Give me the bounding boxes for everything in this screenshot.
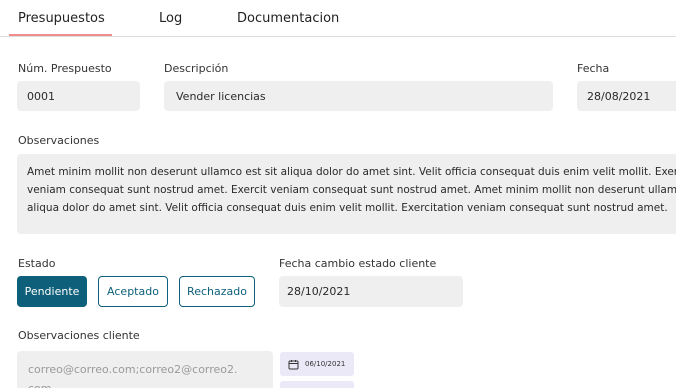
observaciones-cliente-label: Observaciones cliente: [18, 329, 140, 342]
tab-presupuestos[interactable]: Presupuestos: [18, 11, 105, 26]
tab-bar: Presupuestos Log Documentacion: [0, 0, 676, 37]
num-presupuesto-field[interactable]: 0001: [17, 81, 140, 111]
date-chip[interactable]: 06/10/2021: [280, 352, 354, 376]
fecha-label: Fecha: [577, 62, 610, 75]
observaciones-line: Amet minim mollit non deserunt ullamco e…: [27, 166, 676, 178]
fecha-field[interactable]: 28/08/2021: [577, 81, 676, 111]
observaciones-line: veniam consequat sunt nostrud amet. Exer…: [27, 184, 676, 196]
observaciones-cliente-field[interactable]: correo@correo.com;correo2@correo2. com: [17, 351, 273, 388]
estado-rechazado-button[interactable]: Rechazado: [179, 276, 255, 307]
observaciones-line: aliqua dolor do amet sint. Velit officia…: [27, 202, 668, 214]
fecha-cambio-label: Fecha cambio estado cliente: [279, 257, 437, 270]
descripcion-field[interactable]: Vender licencias: [164, 81, 553, 111]
tab-documentacion[interactable]: Documentacion: [237, 11, 339, 26]
email-line: correo@correo.com;correo2@correo2.: [28, 363, 238, 376]
estado-aceptado-button[interactable]: Aceptado: [98, 276, 168, 307]
calendar-icon: [288, 359, 299, 370]
active-tab-indicator: [9, 34, 112, 36]
num-presupuesto-label: Núm. Prespuesto: [18, 62, 112, 75]
estado-pendiente-button[interactable]: Pendiente: [17, 276, 87, 307]
date-chip[interactable]: [280, 381, 354, 388]
estado-label: Estado: [18, 257, 56, 270]
observaciones-label: Observaciones: [18, 134, 100, 147]
tab-log[interactable]: Log: [159, 11, 182, 26]
descripcion-label: Descripción: [164, 62, 229, 75]
date-chip-text: 06/10/2021: [305, 360, 346, 368]
observaciones-textarea[interactable]: Amet minim mollit non deserunt ullamco e…: [17, 154, 676, 234]
fecha-cambio-field[interactable]: 28/10/2021: [279, 276, 463, 307]
email-line: com: [28, 379, 262, 388]
